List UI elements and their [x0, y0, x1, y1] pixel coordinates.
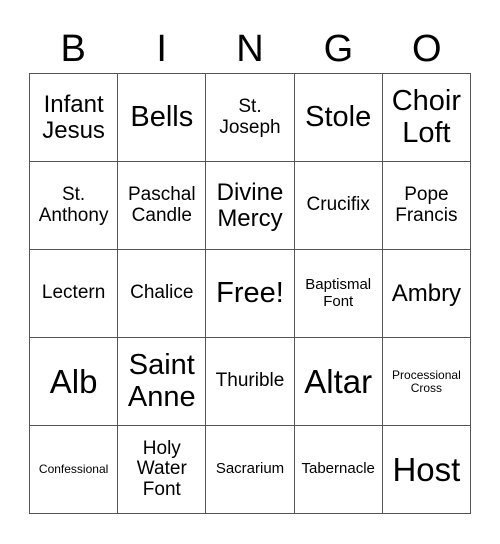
- header-letter-n: N: [236, 28, 264, 70]
- bingo-cell[interactable]: Infant Jesus: [30, 74, 119, 162]
- bingo-cell[interactable]: Saint Anne: [118, 338, 207, 426]
- bingo-cell[interactable]: Alb: [30, 338, 119, 426]
- bingo-cell[interactable]: Chalice: [118, 250, 207, 338]
- bingo-cell[interactable]: Host: [382, 426, 471, 514]
- bingo-cell[interactable]: Free!: [206, 250, 295, 338]
- bingo-cell[interactable]: Baptismal Font: [294, 250, 383, 338]
- bingo-cell[interactable]: Processional Cross: [382, 338, 471, 426]
- bingo-cell[interactable]: Thurible: [206, 338, 295, 426]
- bingo-cell[interactable]: Choir Loft: [382, 74, 471, 162]
- bingo-cell[interactable]: Holy Water Font: [118, 426, 207, 514]
- header-letter-g: G: [323, 28, 354, 70]
- bingo-header: B I N G O: [29, 26, 471, 72]
- bingo-cell[interactable]: Altar: [294, 338, 383, 426]
- bingo-cell[interactable]: Ambry: [382, 250, 471, 338]
- bingo-cell[interactable]: Tabernacle: [294, 426, 383, 514]
- bingo-cell[interactable]: Sacrarium: [206, 426, 295, 514]
- bingo-cell[interactable]: Pope Francis: [382, 162, 471, 250]
- header-letter-o: O: [412, 28, 442, 70]
- bingo-cell[interactable]: Stole: [294, 74, 383, 162]
- bingo-cell[interactable]: Crucifix: [294, 162, 383, 250]
- bingo-cell[interactable]: Lectern: [30, 250, 119, 338]
- header-letter-b: B: [60, 28, 86, 70]
- bingo-cell[interactable]: Divine Mercy: [206, 162, 295, 250]
- bingo-cell[interactable]: Bells: [118, 74, 207, 162]
- bingo-cell[interactable]: Confessional: [30, 426, 119, 514]
- header-letter-i: I: [156, 28, 167, 70]
- bingo-cell[interactable]: Paschal Candle: [118, 162, 207, 250]
- bingo-cell[interactable]: St. Anthony: [30, 162, 119, 250]
- bingo-grid: Infant Jesus Bells St. Joseph Stole Choir Lo…: [29, 73, 471, 514]
- bingo-cell[interactable]: St. Joseph: [206, 74, 295, 162]
